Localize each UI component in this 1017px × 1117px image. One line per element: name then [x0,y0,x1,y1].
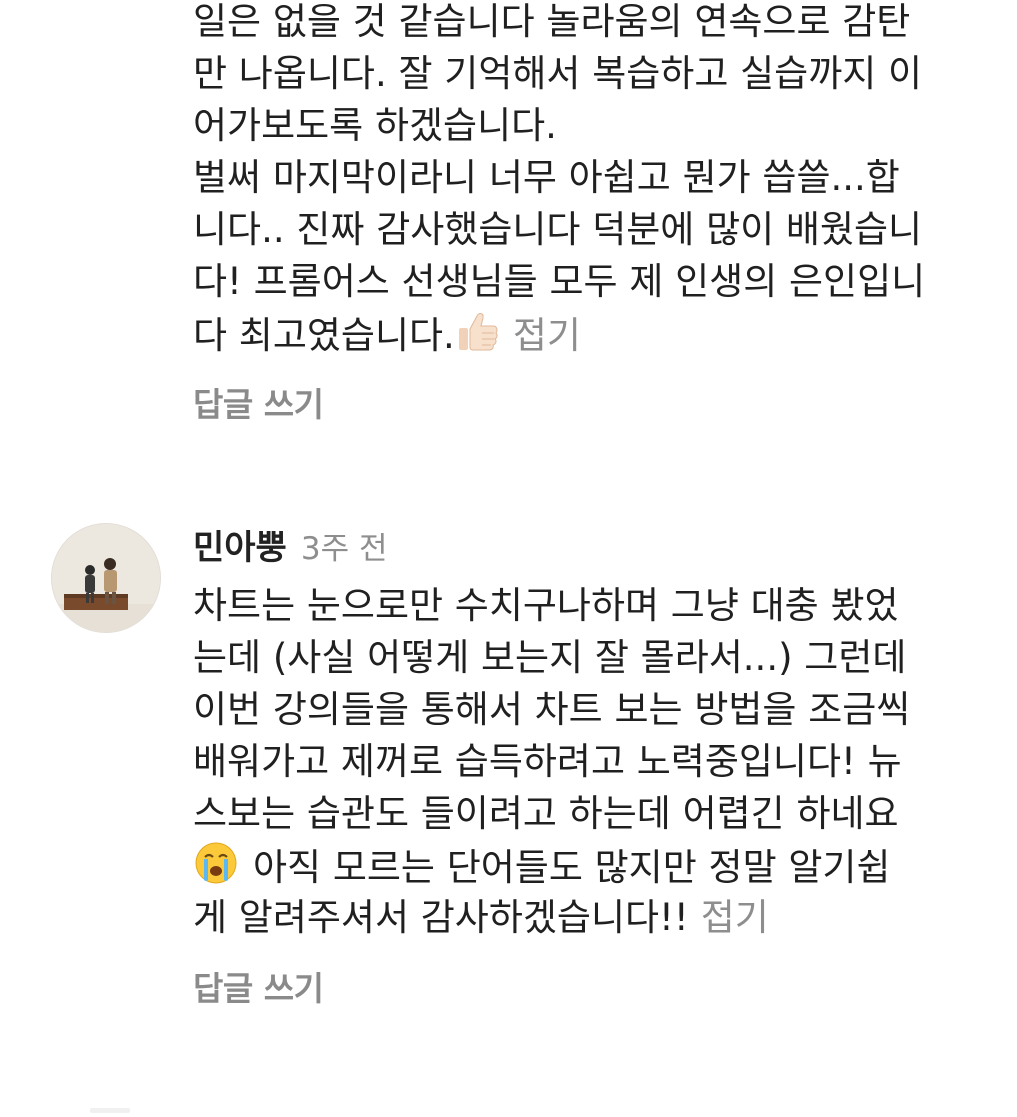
crying-face-icon [193,840,239,900]
comment-2-body: 차트는 눈으로만 수치구나하며 그냥 대충 봤었 는데 (사실 어떻게 보는지 … [193,580,993,944]
comment-line: 배워가고 제꺼로 습득하려고 노력중입니다! 뉴 [193,740,902,783]
comment-line-last: 게 알려주셔서 감사하겠습니다!! 접기 [193,892,993,944]
comment-2-header: 민아뿡 3주 전 [193,520,387,572]
comment-line: 어가보도록 하겠습니다. [193,104,557,147]
next-comment-peek [60,1098,140,1113]
comment-line-text: 다 최고였습니다. [193,314,455,357]
comment-line: 벌써 마지막이라니 너무 아쉽고 뭔가 씁쓸...합 [193,156,900,199]
comment-line: 이번 강의들을 통해서 차트 보는 방법을 조금씩 [193,688,911,731]
comment-line: 만 나옵니다. 잘 기억해서 복습하고 실습까지 이 [193,52,923,95]
reply-button[interactable]: 답글 쓰기 [193,962,324,1010]
collapse-link[interactable]: 접기 [513,314,581,357]
comment-line: 일은 없을 것 같습니다 놀라움의 연속으로 감탄 [193,0,911,43]
comment-line: 차트는 눈으로만 수치구나하며 그냥 대충 봤었 [193,584,899,627]
comment-1-body: 일은 없을 것 같습니다 놀라움의 연속으로 감탄 만 나옵니다. 잘 기억해서… [193,0,993,360]
reply-button[interactable]: 답글 쓰기 [193,378,324,426]
comment-2-text: 차트는 눈으로만 수치구나하며 그냥 대충 봤었 는데 (사실 어떻게 보는지 … [193,580,993,944]
comment-line: 스보는 습관도 들이려고 하는데 어렵긴 하네요 [193,792,899,835]
collapse-link[interactable]: 접기 [701,896,769,939]
comment-line: 다! 프롬어스 선생님들 모두 제 인생의 은인입니 [193,260,926,303]
thumbs-up-icon [455,308,501,368]
comment-line-with-emoji: 아직 모르는 단어들도 많지만 정말 알기쉽 [193,840,993,892]
comment-line: 니다.. 진짜 감사했습니다 덕분에 많이 배웠습니 [193,208,923,251]
comment-line-text: 게 알려주셔서 감사하겠습니다!! [193,896,689,939]
comment-line-text: 아직 모르는 단어들도 많지만 정말 알기쉽 [253,846,891,889]
author-name[interactable]: 민아뿡 [193,520,287,569]
comment-line-last: 다 최고였습니다. 접기 [193,308,993,360]
comment-line: 는데 (사실 어떻게 보는지 잘 몰라서...) 그런데 [193,636,907,679]
comment-timestamp: 3주 전 [300,531,388,567]
avatar[interactable] [51,523,161,633]
comment-1-text: 일은 없을 것 같습니다 놀라움의 연속으로 감탄 만 나옵니다. 잘 기억해서… [193,0,993,360]
